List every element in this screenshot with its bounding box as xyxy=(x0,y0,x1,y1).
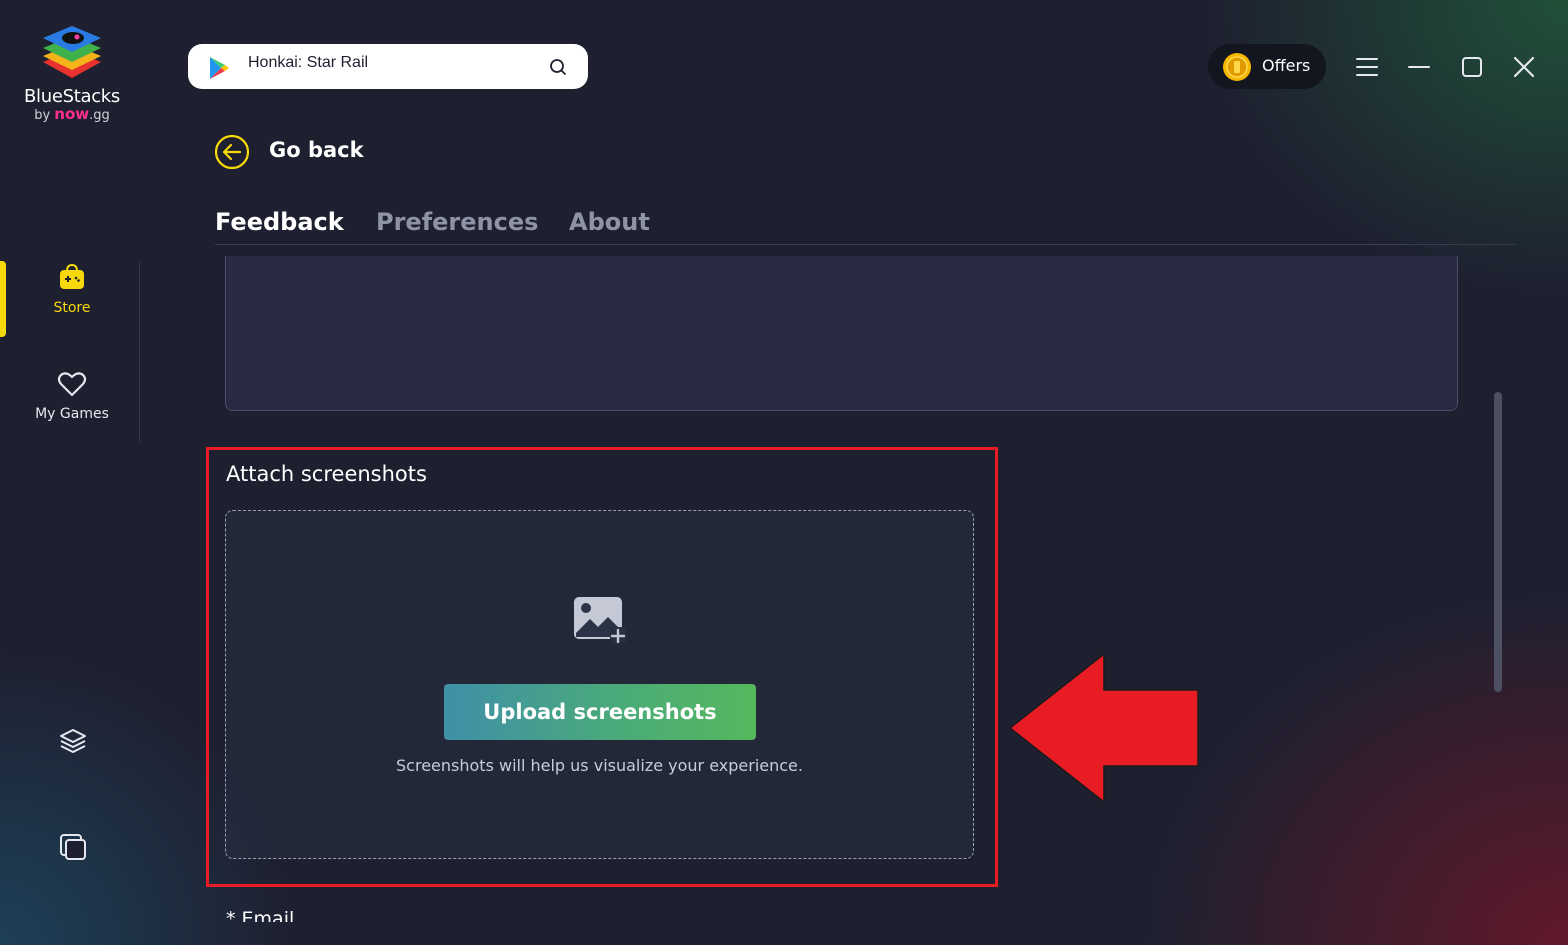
sidebar-item-store[interactable]: Store xyxy=(22,262,122,316)
maximize-icon[interactable] xyxy=(1457,52,1487,82)
bluestacks-logo-icon xyxy=(39,20,105,82)
brand-maker-suffix: .gg xyxy=(89,108,110,123)
search-input[interactable]: Honkai: Star Rail xyxy=(248,54,368,72)
store-bag-icon xyxy=(60,263,84,289)
highlight-box xyxy=(206,447,998,887)
search-bar[interactable]: Honkai: Star Rail xyxy=(188,44,588,89)
feedback-textarea[interactable] xyxy=(225,256,1458,411)
brand-byline: by now.gg xyxy=(22,105,122,123)
google-play-icon xyxy=(210,57,229,79)
search-icon[interactable] xyxy=(548,57,568,77)
scrollbar[interactable] xyxy=(1494,392,1502,692)
sidebar-item-my-games[interactable]: My Games xyxy=(22,370,122,422)
bluestacks-logo: BlueStacks by now.gg xyxy=(22,20,122,123)
brand-by: by xyxy=(34,108,51,123)
heart-icon xyxy=(57,372,87,397)
red-arrow-icon xyxy=(1008,652,1199,804)
tab-about[interactable]: About xyxy=(569,208,650,236)
email-field-label: * Email xyxy=(226,908,295,922)
back-arrow-icon xyxy=(214,134,250,170)
minimize-icon[interactable] xyxy=(1404,52,1434,82)
coin-icon xyxy=(1223,53,1251,81)
tab-feedback[interactable]: Feedback xyxy=(215,208,344,236)
tab-preferences[interactable]: Preferences xyxy=(376,208,538,236)
sidebar-divider xyxy=(139,262,140,442)
brand-maker: now xyxy=(54,105,90,123)
go-back-label: Go back xyxy=(269,138,364,162)
settings-tabs: Feedback Preferences About xyxy=(215,208,1515,245)
layers-icon[interactable] xyxy=(58,726,88,756)
sidebar-item-label: My Games xyxy=(35,406,109,422)
offers-button[interactable]: Offers xyxy=(1208,44,1326,89)
menu-icon[interactable] xyxy=(1352,52,1382,82)
brand-name: BlueStacks xyxy=(23,86,121,107)
nav-active-indicator xyxy=(0,261,6,337)
sidebar-item-label: Store xyxy=(53,300,91,316)
multi-instance-icon[interactable] xyxy=(58,832,88,862)
close-icon[interactable] xyxy=(1509,52,1539,82)
offers-label: Offers xyxy=(1262,56,1311,75)
